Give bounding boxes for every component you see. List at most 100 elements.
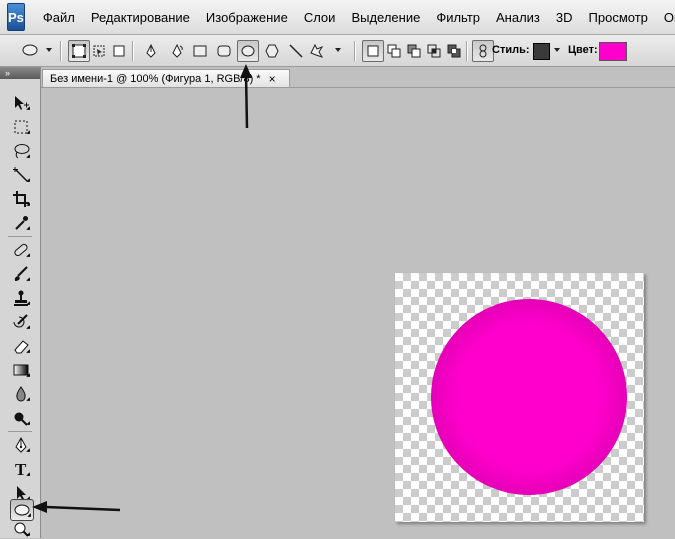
shape-layers-icon: [72, 44, 86, 58]
eyedropper-icon: [15, 216, 28, 230]
separator: [466, 41, 468, 61]
eyedropper-tool[interactable]: [10, 213, 32, 233]
intersect-shape-icon: [427, 44, 441, 58]
gradient-tool[interactable]: [10, 360, 32, 380]
add-to-shape-button[interactable]: [383, 40, 405, 62]
options-bar: Стиль: Цвет:: [0, 35, 675, 67]
subtract-shape-icon: [407, 44, 421, 58]
separator: [8, 236, 32, 237]
tool-preset-picker[interactable]: [14, 40, 54, 60]
shape-layers-button[interactable]: [68, 40, 90, 62]
menu-layers[interactable]: Слои: [296, 10, 344, 25]
menu-bar: Ps Файл Редактирование Изображение Слои …: [0, 0, 675, 35]
chevron-down-icon: [554, 48, 560, 52]
crop-tool[interactable]: [10, 189, 32, 209]
dodge-tool[interactable]: [10, 408, 32, 428]
marquee-icon: [14, 120, 28, 134]
magic-wand-tool[interactable]: [10, 165, 32, 185]
blur-tool[interactable]: [10, 384, 32, 404]
lasso-tool[interactable]: [10, 141, 32, 161]
exclude-shape-button[interactable]: [443, 40, 465, 62]
menu-image[interactable]: Изображение: [198, 10, 296, 25]
annotation-arrow-up: [240, 64, 252, 129]
photoshop-logo[interactable]: Ps: [7, 3, 25, 31]
pen-tool-button[interactable]: [140, 40, 162, 62]
menu-view[interactable]: Просмотр: [581, 10, 656, 25]
marquee-tool[interactable]: [10, 117, 32, 137]
menu-window[interactable]: Окно: [656, 10, 675, 25]
ellipse-shape[interactable]: [431, 299, 627, 495]
fill-pixels-icon: [113, 45, 125, 57]
fill-pixels-button[interactable]: [108, 40, 130, 62]
link-icon: [479, 44, 487, 58]
toolbox-collapse[interactable]: »: [0, 67, 40, 79]
new-layer-mode-icon: [367, 45, 379, 57]
add-shape-icon: [387, 44, 401, 58]
annotation-arrow-left: [32, 501, 121, 513]
eraser-tool[interactable]: [10, 336, 32, 356]
style-swatch[interactable]: [533, 43, 550, 60]
custom-shape-icon: [310, 43, 341, 58]
menu-analysis[interactable]: Анализ: [488, 10, 548, 25]
ellipse-preset-icon: [22, 44, 52, 56]
style-label: Стиль:: [492, 44, 530, 56]
separator: [354, 41, 356, 61]
crop-icon: [13, 191, 29, 207]
type-tool[interactable]: T: [10, 459, 32, 479]
dodge-icon: [14, 412, 28, 426]
menu-3d[interactable]: 3D: [548, 10, 581, 25]
document-tab-title: Без имени-1 @ 100% (Фигура 1, RGB/8) *: [50, 72, 261, 85]
freeform-pen-icon: [172, 43, 183, 58]
hand-zoom-icon: [14, 522, 29, 537]
menu-filter[interactable]: Фильтр: [428, 10, 488, 25]
type-icon: T: [15, 460, 27, 478]
rectangle-icon: [193, 45, 207, 57]
polygon-tool-button[interactable]: [261, 40, 283, 62]
link-style-button[interactable]: [472, 40, 494, 62]
style-dropdown[interactable]: [552, 40, 562, 60]
healing-brush-tool[interactable]: [10, 240, 32, 260]
drop-icon: [16, 386, 26, 402]
pen-icon: [146, 43, 156, 58]
bandage-icon: [14, 243, 28, 257]
new-shape-layer-button[interactable]: [362, 40, 384, 62]
magic-wand-icon: [13, 167, 28, 182]
intersect-shape-button[interactable]: [423, 40, 445, 62]
line-tool-button[interactable]: [285, 40, 307, 62]
menu-select[interactable]: Выделение: [343, 10, 428, 25]
brush-icon: [14, 266, 28, 281]
subtract-shape-button[interactable]: [403, 40, 425, 62]
lasso-icon: [14, 144, 30, 159]
close-icon[interactable]: ×: [269, 72, 276, 86]
pen-tool-icon: [15, 436, 27, 453]
pen-tool[interactable]: [10, 435, 32, 455]
toolbox: » T: [0, 67, 41, 538]
exclude-shape-icon: [447, 44, 461, 58]
ellipse-tool[interactable]: [10, 499, 34, 521]
color-swatch[interactable]: [599, 42, 627, 61]
custom-shape-picker[interactable]: [307, 40, 343, 60]
eraser-icon: [14, 340, 29, 354]
rounded-rectangle-tool-button[interactable]: [213, 40, 235, 62]
zoom-tool[interactable]: [10, 519, 32, 539]
rectangle-tool-button[interactable]: [189, 40, 211, 62]
history-brush-tool[interactable]: [10, 312, 32, 332]
document-canvas[interactable]: [395, 273, 644, 522]
clone-stamp-tool[interactable]: [10, 288, 32, 308]
paths-icon: [93, 45, 105, 57]
menu-file[interactable]: Файл: [35, 10, 83, 25]
ellipse-tool-button[interactable]: [237, 40, 259, 62]
brush-tool[interactable]: [10, 264, 32, 284]
move-icon: [15, 96, 29, 110]
stamp-icon: [14, 290, 28, 306]
menu-edit[interactable]: Редактирование: [83, 10, 198, 25]
separator: [132, 41, 134, 61]
history-brush-icon: [13, 314, 28, 328]
polygon-icon: [265, 44, 279, 58]
move-tool[interactable]: [10, 93, 32, 113]
paths-button[interactable]: [88, 40, 110, 62]
freeform-pen-button[interactable]: [166, 40, 188, 62]
separator: [8, 431, 32, 432]
gradient-icon: [13, 364, 29, 376]
ellipse-tool-icon: [14, 504, 30, 516]
